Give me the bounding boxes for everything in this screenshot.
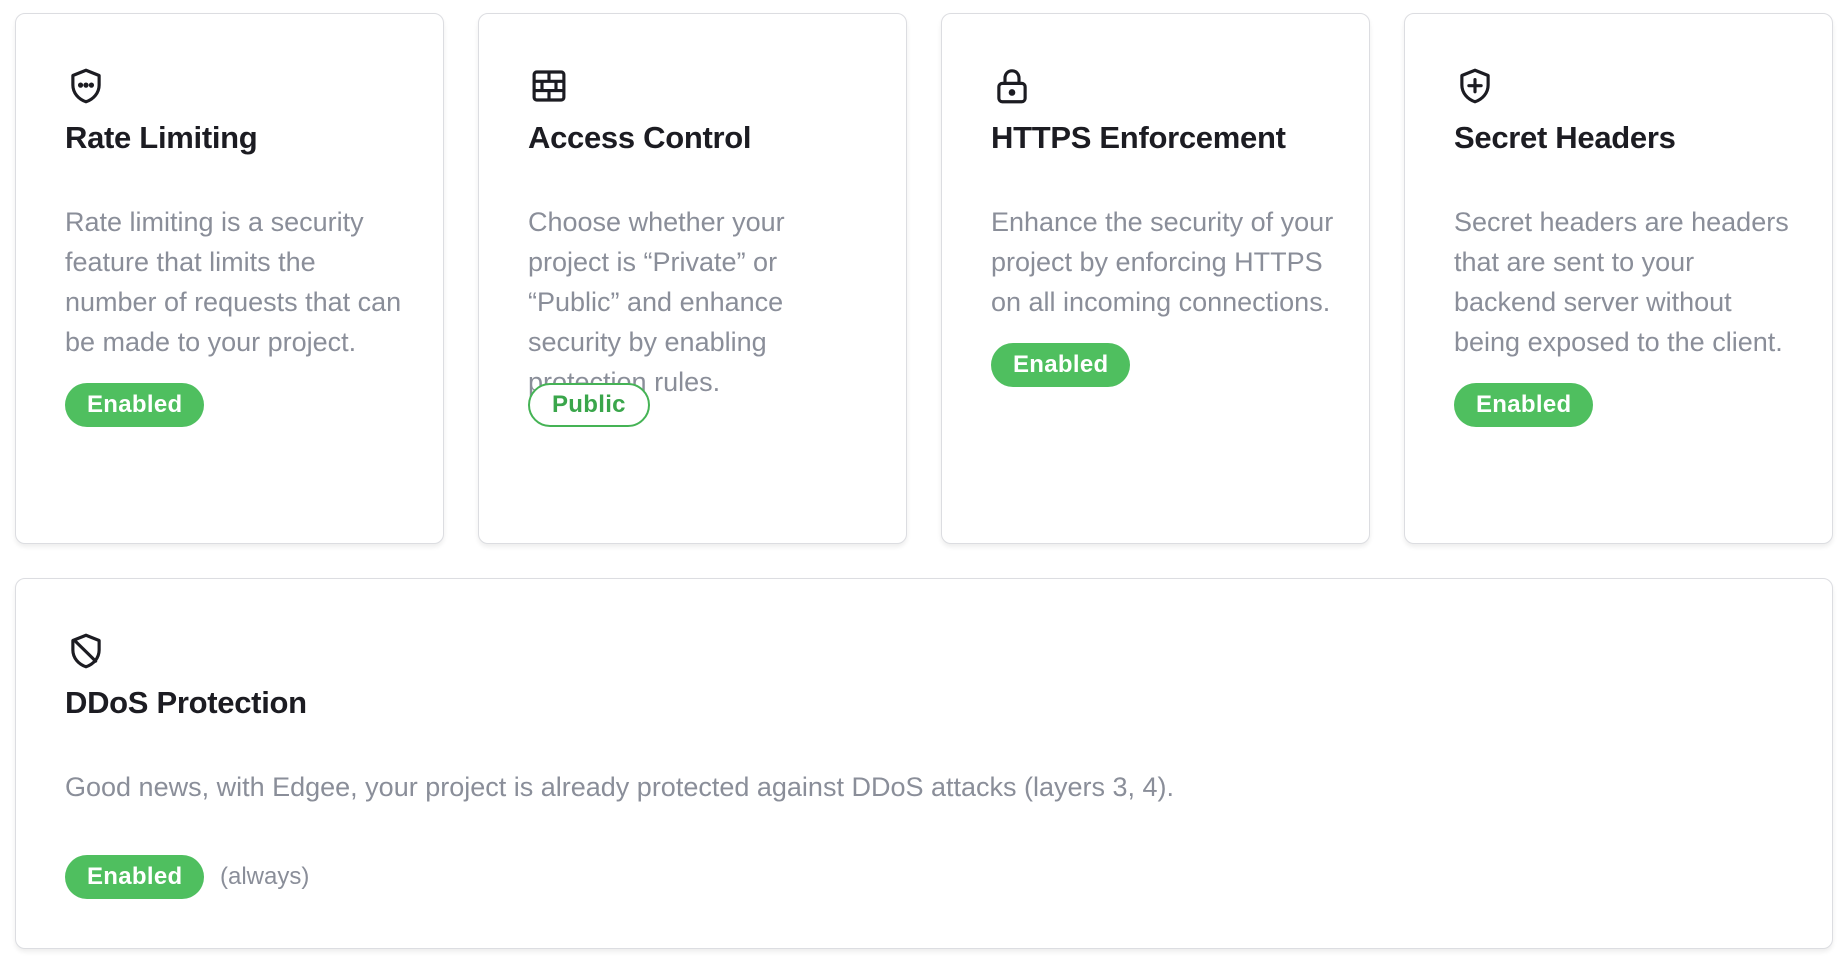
rate-limiting-status-badge[interactable]: Enabled [65,383,205,427]
ddos-protection-card[interactable]: DDoS Protection Good news, with Edgee, y… [15,578,1833,949]
card-description: Secret headers are headers that are sent… [1454,207,1789,357]
card-description: Rate limiting is a security feature that… [65,207,402,357]
shield-plus-icon [1454,64,1496,108]
access-control-status-badge[interactable]: Public [528,383,650,427]
ddos-protection-status-badge[interactable]: Enabled [65,855,205,899]
secret-headers-card[interactable]: Secret Headers Secret headers are header… [1404,13,1833,544]
rate-limiting-card[interactable]: Rate Limiting Rate limiting is a securit… [15,13,444,544]
card-description: Choose whether your project is “Private”… [528,207,785,397]
card-title: DDoS Protection [65,685,307,720]
card-description: Good news, with Edgee, your project is a… [65,772,1175,802]
secret-headers-status-badge[interactable]: Enabled [1454,383,1594,427]
card-title: Secret Headers [1454,120,1676,155]
https-enforcement-card[interactable]: HTTPS Enforcement Enhance the security o… [941,13,1370,544]
card-title: Access Control [528,120,752,155]
firewall-brick-icon [528,64,570,108]
card-title: HTTPS Enforcement [991,120,1286,155]
card-title: Rate Limiting [65,120,258,155]
card-description: Enhance the security of your project by … [991,207,1334,317]
lock-icon [991,64,1033,108]
shield-off-icon [65,629,107,673]
always-note: (always) [220,863,310,890]
https-enforcement-status-badge[interactable]: Enabled [991,343,1131,387]
access-control-card[interactable]: Access Control Choose whether your proje… [478,13,907,544]
shield-dots-icon [65,64,107,108]
